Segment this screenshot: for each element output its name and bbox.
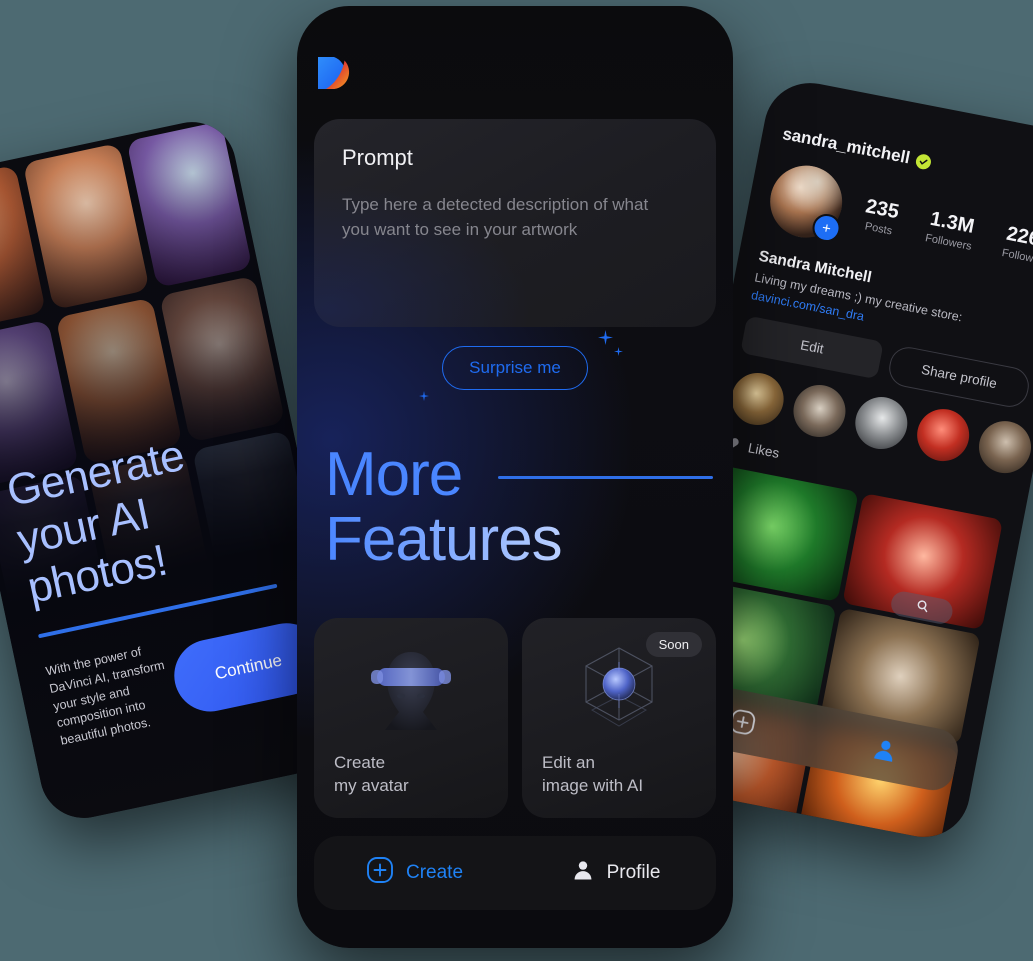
profile-username: sandra_mitchell: [780, 124, 912, 168]
likes-label: Likes: [746, 440, 781, 461]
surprise-me-button[interactable]: Surprise me: [419, 330, 623, 401]
section-title-word-2: Features: [325, 509, 713, 571]
feature-card-label: Edit an image with AI: [542, 752, 643, 798]
section-heading-rule: [498, 476, 713, 480]
feature-card-list: Create my avatar Soon Edit an image with…: [314, 618, 716, 818]
app-showcase-canvas: Generate your AI photos! With the power …: [0, 0, 1033, 961]
edit-profile-button[interactable]: Edit: [740, 315, 884, 379]
label-line-1: Edit an: [542, 753, 595, 773]
label-line-2: image with AI: [542, 776, 644, 796]
nav-tab-label: Profile: [606, 862, 661, 883]
person-icon: [571, 858, 595, 888]
surprise-me-row: Surprise me: [297, 330, 733, 401]
nav-tab-profile[interactable]: Profile: [515, 858, 716, 888]
prompt-card[interactable]: Prompt Type here a detected description …: [314, 119, 716, 327]
stat-followers[interactable]: 1.3M Followers: [924, 207, 977, 252]
profile-stats: 235 Posts 1.3M Followers 2264 Following: [856, 194, 1033, 268]
feature-card-create-avatar[interactable]: Create my avatar: [314, 618, 508, 818]
share-profile-button[interactable]: Share profile: [886, 343, 1033, 410]
nav-tab-create[interactable]: Create: [314, 856, 515, 890]
create-phone: Prompt Type here a detected description …: [297, 6, 733, 948]
nav-tab-label: Create: [405, 862, 464, 883]
surprise-me-label: Surprise me: [469, 358, 561, 377]
plus-circle-icon: [366, 856, 394, 890]
verified-badge-icon: [915, 152, 933, 171]
feature-card-edit-image[interactable]: Soon Edit an image with AI: [522, 618, 716, 818]
bottom-navigation-bar: Create Profile: [314, 836, 716, 910]
sparkle-icon: [419, 391, 430, 401]
search-icon: [914, 598, 930, 618]
vr-avatar-icon: [314, 632, 508, 740]
stat-value: 235: [863, 194, 901, 223]
prompt-input[interactable]: Type here a detected description of what…: [342, 193, 662, 242]
stat-label: Following: [1000, 246, 1033, 268]
ai-cube-icon: [522, 632, 716, 740]
avatar-wrapper[interactable]: +: [763, 159, 849, 245]
stat-posts[interactable]: 235 Posts: [861, 195, 901, 238]
stat-following[interactable]: 2264 Following: [1001, 222, 1033, 267]
sparkle-icon: [597, 330, 613, 345]
highlight-item[interactable]: [789, 380, 851, 442]
label-line-2: my avatar: [334, 776, 409, 796]
highlight-item[interactable]: [974, 416, 1033, 478]
label-line-1: Create: [334, 753, 386, 773]
section-title-word-1: More: [325, 440, 463, 509]
highlight-item[interactable]: [850, 392, 912, 454]
prompt-label: Prompt: [342, 145, 413, 170]
highlight-item[interactable]: [912, 404, 974, 466]
person-filled-icon[interactable]: [868, 733, 901, 766]
highlight-item[interactable]: [727, 368, 789, 430]
sparkle-icon: [613, 347, 623, 356]
davinci-d-logo: [314, 54, 352, 92]
feature-card-label: Create my avatar: [334, 752, 409, 798]
section-heading: More Features: [325, 440, 713, 571]
